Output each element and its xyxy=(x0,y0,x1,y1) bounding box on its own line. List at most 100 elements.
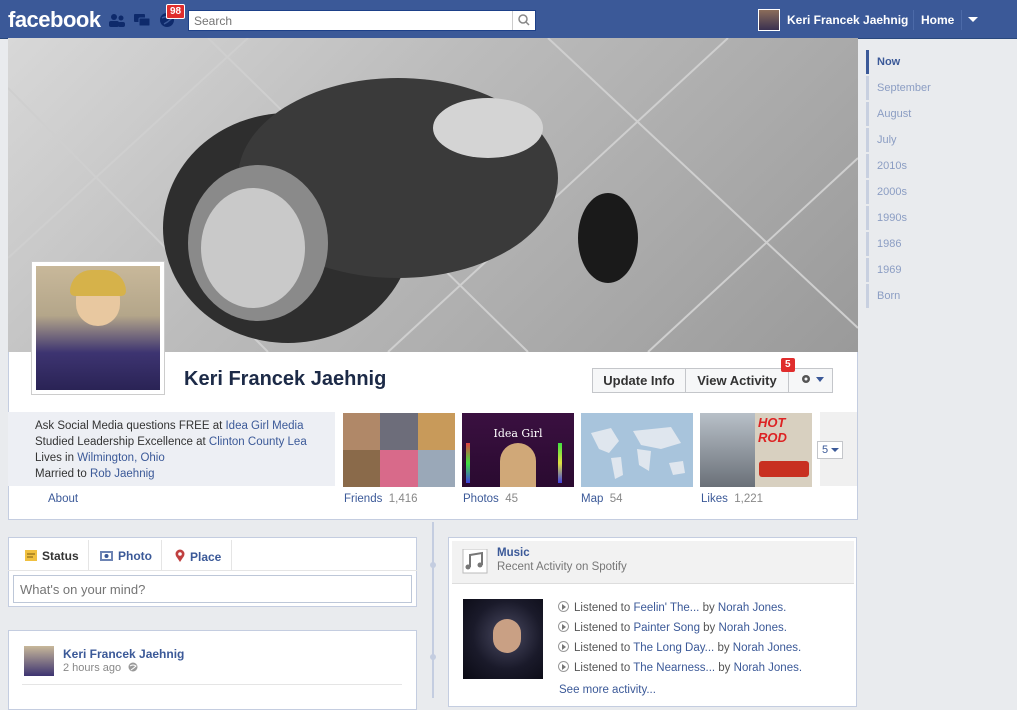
song-link[interactable]: The Nearness... xyxy=(633,662,715,674)
album-cover[interactable] xyxy=(463,599,543,679)
magazine-car xyxy=(759,461,809,477)
place-pin-icon xyxy=(175,549,185,562)
likes-thumbnail xyxy=(700,413,755,487)
timeline-nav-item[interactable]: 1990s xyxy=(866,206,986,230)
listen-row: Listened to Feelin' The... by Norah Jone… xyxy=(558,601,786,614)
listen-text: Listened to xyxy=(574,662,634,674)
friend-requests-icon[interactable] xyxy=(108,12,126,28)
gear-icon xyxy=(801,375,824,383)
artist-link[interactable]: Norah Jones. xyxy=(718,602,786,614)
timeline-dot xyxy=(430,654,436,660)
avatar[interactable] xyxy=(24,646,54,676)
music-card-title[interactable]: Music xyxy=(497,547,530,559)
photo-tile-caption: Idea Girl xyxy=(493,427,543,440)
info-relationship: Married to Rob Jaehnig xyxy=(35,468,325,480)
tab-status[interactable]: Status xyxy=(25,549,79,563)
view-activity-badge: 5 xyxy=(781,358,795,372)
see-more-activity-link[interactable]: See more activity... xyxy=(559,684,656,696)
about-link[interactable]: About xyxy=(48,493,78,505)
search-input[interactable] xyxy=(189,11,524,30)
top-bar-divider xyxy=(961,10,962,30)
info-text: Ask Social Media questions FREE at xyxy=(35,420,226,432)
world-map-image xyxy=(591,427,685,479)
timeline-nav-item[interactable]: 1969 xyxy=(866,258,986,282)
listen-text: Listened to xyxy=(574,602,634,614)
status-input[interactable] xyxy=(13,575,412,603)
play-icon[interactable] xyxy=(558,641,569,652)
song-link[interactable]: Painter Song xyxy=(633,622,700,634)
info-education: Studied Leadership Excellence at Clinton… xyxy=(35,436,325,448)
album-cover-face xyxy=(493,619,521,653)
timeline-nav-item[interactable]: Now xyxy=(866,50,986,74)
tab-photo[interactable]: Photo xyxy=(100,549,152,563)
timeline-nav-item[interactable]: September xyxy=(866,76,986,100)
info-link[interactable]: Rob Jaehnig xyxy=(90,468,155,480)
likes-tile[interactable]: HOT ROD xyxy=(700,413,812,487)
tile-label-text: Friends xyxy=(344,493,383,505)
play-icon[interactable] xyxy=(558,661,569,672)
photos-count: 45 xyxy=(505,493,518,505)
top-bar-divider xyxy=(913,10,914,30)
listen-text: Listened to xyxy=(574,642,634,654)
photos-tile-label[interactable]: Photos 45 xyxy=(463,493,518,505)
friend-thumbnail xyxy=(343,413,381,450)
map-tile[interactable] xyxy=(581,413,693,487)
timeline-nav-item[interactable]: August xyxy=(866,102,986,126)
profile-name: Keri Francek Jaehnig xyxy=(184,368,387,390)
likes-tile-label[interactable]: Likes 1,221 xyxy=(701,493,763,505)
friend-thumbnail xyxy=(417,450,455,487)
account-menu-chevron-icon[interactable] xyxy=(968,17,978,23)
profile-picture[interactable] xyxy=(31,261,165,395)
top-bar-avatar[interactable] xyxy=(758,9,780,31)
artist-link[interactable]: Norah Jones. xyxy=(734,662,802,674)
listen-row: Listened to The Nearness... by Norah Jon… xyxy=(558,661,802,674)
play-icon[interactable] xyxy=(558,601,569,612)
artist-link[interactable]: Norah Jones. xyxy=(733,642,801,654)
more-sections-button[interactable]: 5 xyxy=(817,441,843,459)
tab-divider xyxy=(88,540,89,570)
timeline-nav-item[interactable]: July xyxy=(866,128,986,152)
home-link[interactable]: Home xyxy=(921,13,954,27)
friends-photo-grid xyxy=(343,413,455,487)
info-link[interactable]: Idea Girl Media xyxy=(225,420,303,432)
view-activity-button[interactable]: View Activity xyxy=(685,368,789,393)
tab-place[interactable]: Place xyxy=(174,549,221,564)
tab-divider xyxy=(161,540,162,570)
post-time[interactable]: 2 hours ago xyxy=(63,662,138,674)
likes-count: 1,221 xyxy=(734,493,764,505)
play-icon[interactable] xyxy=(558,621,569,632)
messages-icon[interactable] xyxy=(133,12,151,28)
timeline-nav-item[interactable]: Born xyxy=(866,284,986,308)
friends-tile[interactable] xyxy=(343,413,455,487)
timeline-nav-item[interactable]: 2010s xyxy=(866,154,986,178)
chevron-down-icon xyxy=(831,448,839,452)
friend-thumbnail xyxy=(380,450,418,487)
info-link[interactable]: Clinton County Lea xyxy=(209,436,307,448)
search-box xyxy=(188,10,536,31)
photo-tile-stripe xyxy=(466,443,470,483)
profile-picture-image xyxy=(36,266,160,390)
timeline-nav-item[interactable]: 1986 xyxy=(866,232,986,256)
map-tile-label[interactable]: Map 54 xyxy=(581,493,623,505)
music-notes-icon xyxy=(462,549,488,574)
listen-text: by xyxy=(715,662,734,674)
tab-label: Status xyxy=(42,549,79,563)
top-bar-user-name[interactable]: Keri Francek Jaehnig xyxy=(787,13,908,27)
info-text: Married to xyxy=(35,468,90,480)
photos-tile[interactable]: Idea Girl xyxy=(462,413,574,487)
friends-count: 1,416 xyxy=(388,493,418,505)
settings-menu-button[interactable] xyxy=(788,368,833,393)
post-author[interactable]: Keri Francek Jaehnig xyxy=(63,647,184,661)
listen-text: by xyxy=(714,642,733,654)
photo-tile-figure xyxy=(500,443,536,487)
song-link[interactable]: The Long Day... xyxy=(633,642,714,654)
friends-tile-label[interactable]: Friends 1,416 xyxy=(344,493,418,505)
search-button[interactable] xyxy=(512,11,535,30)
facebook-logo[interactable]: facebook xyxy=(8,7,101,33)
info-link[interactable]: Wilmington, Ohio xyxy=(77,452,165,464)
artist-link[interactable]: Norah Jones. xyxy=(719,622,787,634)
update-info-button[interactable]: Update Info xyxy=(592,368,686,393)
song-link[interactable]: Feelin' The... xyxy=(633,602,699,614)
timeline-nav-item[interactable]: 2000s xyxy=(866,180,986,204)
post-timestamp: 2 hours ago xyxy=(63,662,122,674)
